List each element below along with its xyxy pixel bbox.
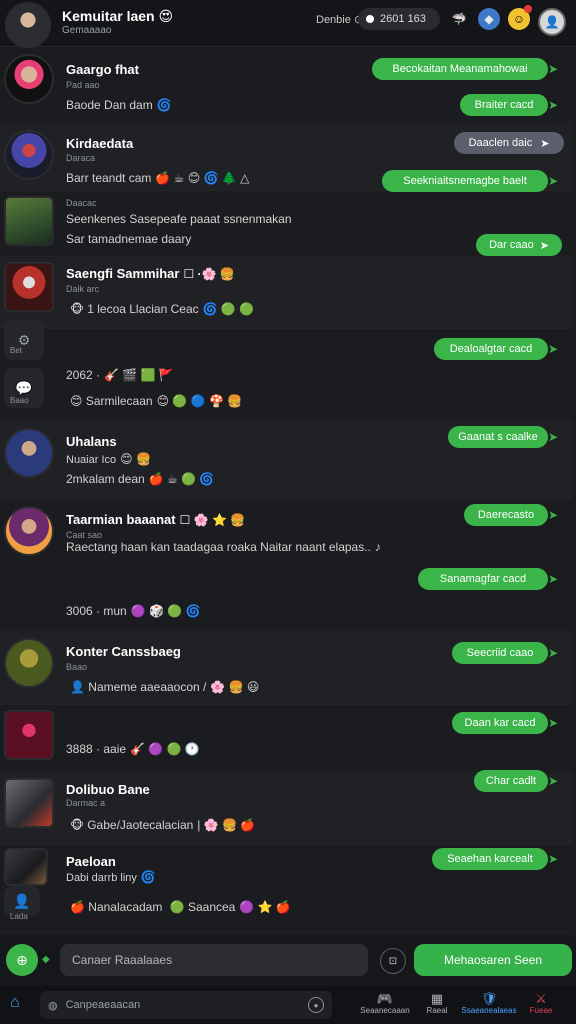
chat-title: Kemuitar laen 😍 [62,8,174,24]
message-preview-line2: Sar tamadnemae daary [66,232,192,246]
message-bubble[interactable]: Dar caao ➤ [476,234,562,256]
contact-name: Uhalans [66,434,117,449]
emoji-picker-icon[interactable]: ⊡ [380,948,406,974]
message-preview: Barr teandt cam 🍎 ☕ 😊 🌀 🌲 △ [66,171,250,185]
chat-row[interactable]: 3888 · aaie 🎸 🟣 🟢 🕐 Daan kar cacd ➤ [0,706,572,773]
message-input[interactable]: Canaer Raaalaaes [60,944,368,976]
chat-row[interactable]: 👤 Lada Paeloan Dabi darrb liny 🌀 🍎 Nanala… [0,846,572,933]
message-bubble[interactable]: Dealoalgtar cacd ➤ [434,338,558,360]
chat-subtitle: Gemaaaao [62,25,112,36]
home-icon[interactable]: ⌂ [10,994,20,1012]
chat-row[interactable]: Gaargo fhat Pad aao Baode Dan dam 🌀 Becok… [0,48,572,123]
contact-meta: Darmac a [66,798,106,808]
message-preview-line2: 😊 Sarmilecaan 😊 🟢 🔵 🍄 🍔 [70,394,243,408]
header-avatar[interactable] [5,2,51,48]
notification-badge [524,5,532,13]
chat-row[interactable]: Daacac Seenkenes Sasepeafe paaat ssnenma… [0,192,572,257]
contact-meta: Baao [66,662,88,672]
contact-avatar [4,506,54,556]
message-bubble[interactable]: Daerecasto ➤ [464,504,558,526]
contact-name: Taarmian baaanat ☐ 🌸 ⭐ 🍔 [66,512,246,527]
chat-row[interactable]: Saengfi Sammihar ☐ ·🌸 🍔 Dalk arc 🐵 1 leco… [0,258,572,329]
chat-row[interactable]: Konter Canssbaeg Baao 👤 Nameme aaeaaocon… [0,632,572,705]
contact-avatar [4,262,54,312]
contact-avatar [4,428,54,478]
chat-row[interactable]: Uhalans Nuaiar Ico 😊 🍔 2mkalam dean 🍎 ☕ 🟢 … [0,422,572,499]
message-preview: 2062 · 🎸 🎬 🟩 🚩 [66,368,174,382]
contact-name: Dolibuo Bane [66,782,150,797]
search-icon: ◍ [48,999,58,1012]
blue-orb-icon[interactable]: ◆ [478,8,500,30]
search-placeholder: Canpeaeaacan [65,999,141,1011]
message-preview: Seenkenes Sasepeafe paaat ssnenmakan [66,212,292,226]
message-preview: 2mkalam dean 🍎 ☕ 🟢 🌀 [66,472,215,486]
chat-row[interactable]: Taarmian baaanat ☐ 🌸 ⭐ 🍔 Caat sao Raectan… [0,500,572,631]
contact-avatar [4,638,54,688]
contact-avatar [4,130,54,180]
send-button[interactable]: Mehaosaren Seen [414,944,572,976]
message-bubble[interactable]: Daan kar cacd ➤ [452,712,558,734]
chat-row[interactable]: Kirdaedata Daraca Barr teandt cam 🍎 ☕ 😊 🌀… [0,124,572,192]
contact-avatar [4,778,54,828]
contact-meta: Nuaiar Ico 😊 🍔 [66,452,151,466]
side-icon-label: Bet [10,346,23,355]
voice-icon[interactable]: ● [308,997,324,1013]
message-bubble-outgoing[interactable]: Daaclen daic ➤ [454,132,564,154]
contact-meta: Daraca [66,153,96,163]
shark-icon[interactable]: 🦈 [448,8,470,30]
attach-button[interactable]: ⊕ [6,944,38,976]
contact-name: Paeloan [66,854,116,869]
contact-name: Saengfi Sammihar ☐ ·🌸 🍔 [66,266,235,281]
message-bubble[interactable]: Seekniaitsnemagbe baelt ➤ [382,170,558,192]
contact-name: Konter Canssbaeg [66,644,181,659]
smiley-icon[interactable]: ☺ [508,5,532,30]
message-bubble[interactable]: Char cadlt ➤ [474,770,558,792]
message-preview-line2: 3006 · mun 🟣 🎲 🟢 🌀 [66,604,201,618]
chat-row[interactable]: Dolibuo Bane Darmac a 🐵 Gabe/Jaotecalaci… [0,770,572,845]
bottom-navigation: ⌂ ◍ Canpeaeaacan ● 🎮 Seaanecaaan ▦ Raeal… [0,986,576,1024]
sword-icon: ⚔ [535,991,547,1006]
message-preview: 3888 · aaie 🎸 🟣 🟢 🕐 [66,742,200,756]
header-pill[interactable]: 2601 163 [358,8,440,30]
message-preview: Baode Dan dam 🌀 [66,98,172,112]
nav-item-sword[interactable]: ⚔ Fueae [506,991,576,1016]
top-header: Kemuitar laen 😍 Gemaaaao Denbie ⊙ 2601 1… [0,0,576,48]
contact-name: Kirdaedata [66,136,134,151]
header-status: Denbie ⊙ [316,14,364,26]
message-composer: ⊕ ◆ Canaer Raaalaaes ⊡ Mehaosaren Seen [0,936,576,986]
contact-avatar [4,196,54,246]
contact-name: Gaargo fhat [66,62,139,77]
message-preview: 🐵 1 lecoa Llacian Ceac 🌀 🟢 🟢 [70,302,255,316]
message-bubble[interactable]: Braiter cacd ➤ [460,94,558,116]
leaf-icon: ◆ [42,954,50,965]
contact-avatar [4,710,54,760]
message-bubble[interactable]: Seecriid caao ➤ [452,642,558,664]
record-icon [366,15,374,23]
profile-avatar-icon[interactable]: 👤 [538,8,566,36]
message-preview: Raectang haan kan taadagaa roaka Naitar … [66,540,381,554]
header-pill-text: 2601 163 [380,13,426,25]
chat-row[interactable]: ⚙ Bet 💬 Baao 2062 · 🎸 🎬 🟩 🚩 😊 Sarmilecaan… [0,320,572,421]
message-preview: 🐵 Gabe/Jaotecalacian | 🌸 🍔 🍎 [70,818,256,832]
contact-meta: Dabi darrb liny 🌀 [66,870,156,884]
search-bar[interactable]: ◍ Canpeaeaacan ● [40,991,332,1019]
contact-meta: Dalk arc [66,284,100,294]
contact-meta: Daacac [66,198,97,208]
message-preview: 👤 Nameme aaeaaocon / 🌸 🍔 😃 [70,680,260,694]
side-icon-label: Baao [10,396,29,405]
contact-meta: Pad aao [66,80,100,90]
message-bubble[interactable]: Sanamagfar cacd ➤ [418,568,558,590]
message-preview: 🍎 Nanalacadam 🟢 Saancea 🟣 ⭐ 🍎 [70,900,291,914]
contact-meta: Caat sao [66,530,103,540]
message-bubble[interactable]: Becokaitan Meanamahowai ➤ [372,58,558,80]
message-bubble[interactable]: Seaehan karcealt ➤ [432,848,558,870]
contact-avatar [4,54,54,104]
contact-avatar [4,848,48,886]
message-bubble[interactable]: Gaanat s caalke ➤ [448,426,558,448]
side-icon-label: Lada [10,912,28,921]
